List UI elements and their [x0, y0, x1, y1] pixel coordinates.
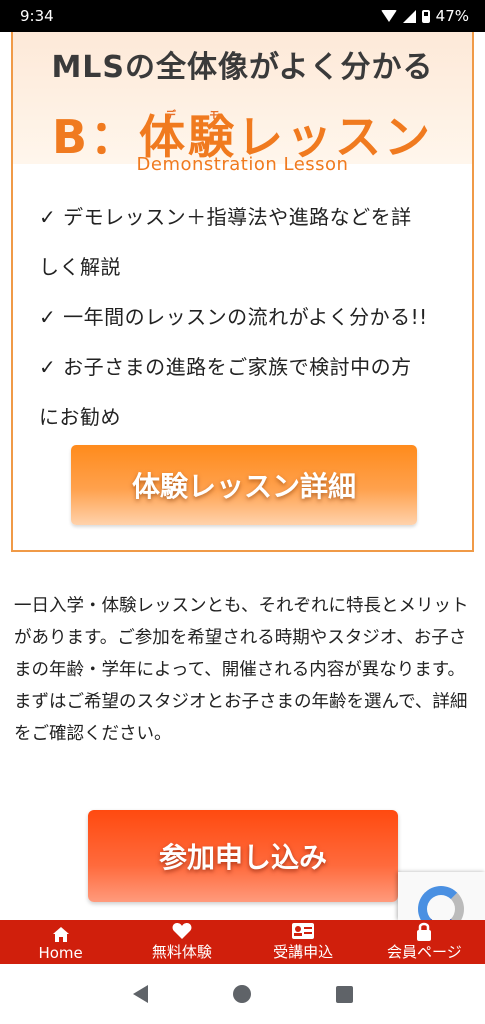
home-circle-icon[interactable]: [232, 985, 251, 1003]
status-bar: 9:34 47%: [0, 0, 485, 32]
feature-line: にお勧め: [39, 405, 121, 429]
description-text: 一日入学・体験レッスンとも、それぞれに特長とメリットがあります。ご参加を希望され…: [14, 596, 469, 744]
nav-item-enroll[interactable]: 受講申込: [243, 920, 364, 964]
home-icon: [52, 924, 70, 944]
banner-subtitle: Demonstration Lesson: [136, 154, 349, 175]
id-card-icon: [292, 921, 315, 941]
nav-item-member-page[interactable]: 会員ページ: [364, 920, 485, 964]
nav-label-free-trial: 無料体験: [151, 943, 212, 961]
system-nav-bar: [0, 964, 485, 1024]
feature-line: ✓ デモレッスン＋指導法や進路などを詳: [39, 205, 412, 229]
status-icons: 47%: [380, 7, 469, 25]
nav-label-enroll: 受講申込: [273, 943, 334, 961]
trial-lesson-card: MLSの全体像がよく分かる デ モ B：体験レッスン Demonstration…: [11, 32, 474, 552]
trial-lesson-detail-button[interactable]: 体験レッスン詳細: [71, 445, 417, 525]
banner-headline: MLSの全体像がよく分かる: [51, 50, 434, 85]
bottom-nav: Home 無料体験 受講申込 会員ページ: [0, 920, 485, 964]
apply-button[interactable]: 参加申し込み: [88, 810, 398, 902]
feature-line: ✓ 一年間のレッスンの流れがよく分かる!!: [39, 305, 428, 329]
lock-icon: [416, 921, 432, 941]
battery-percent: 47%: [435, 7, 469, 25]
trial-lesson-banner: MLSの全体像がよく分かる デ モ B：体験レッスン Demonstration…: [13, 32, 472, 175]
signal-icon: [402, 9, 416, 23]
status-time: 9:34: [20, 7, 54, 25]
wifi-icon: [380, 10, 397, 22]
recent-apps-icon[interactable]: [335, 985, 353, 1003]
back-icon[interactable]: [132, 985, 148, 1003]
nav-label-member-page: 会員ページ: [387, 943, 462, 961]
nav-item-free-trial[interactable]: 無料体験: [121, 920, 242, 964]
feature-line: しく解説: [39, 255, 121, 279]
recaptcha-icon: [418, 886, 464, 920]
battery-icon: [421, 9, 430, 23]
nav-label-home: Home: [38, 944, 83, 962]
nav-item-home[interactable]: Home: [0, 920, 121, 964]
heart-icon: [172, 921, 192, 941]
feature-list: ✓ デモレッスン＋指導法や進路などを詳 しく解説 ✓ 一年間のレッスンの流れがよ…: [39, 192, 471, 442]
recaptcha-badge[interactable]: [398, 872, 485, 920]
feature-line: ✓ お子さまの進路をご家族で検討中の方: [39, 355, 412, 379]
